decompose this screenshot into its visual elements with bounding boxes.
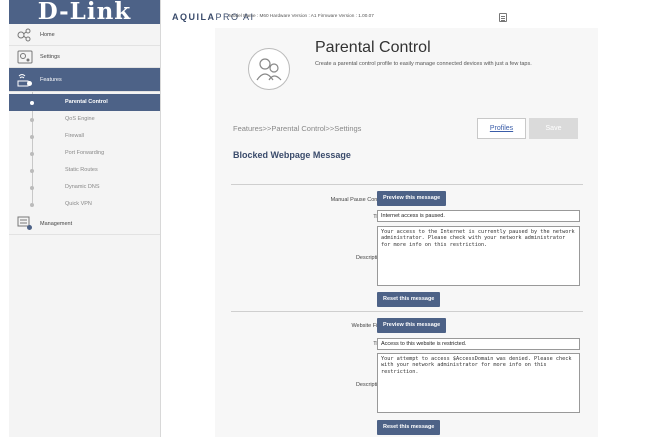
parental-control-hero-icon xyxy=(248,48,290,90)
group-divider xyxy=(231,311,583,312)
preview-website-filter-button[interactable]: Preview this message xyxy=(377,318,447,333)
website-filter-description-textarea[interactable]: Your attempt to access $AccessDomain was… xyxy=(377,353,580,413)
profiles-button[interactable]: Profiles xyxy=(477,118,526,139)
sidebar-item-firewall[interactable]: Firewall xyxy=(9,128,160,145)
dlink-logo: D-Link xyxy=(9,0,160,24)
sidebar-item-qos-engine[interactable]: QoS Engine xyxy=(9,111,160,128)
page-description: Create a parental control profile to eas… xyxy=(315,61,532,67)
page-title: Parental Control xyxy=(315,39,431,56)
website-filter-title-input[interactable]: Access to this website is restricted. xyxy=(377,338,580,350)
main-panel: Parental Control Create a parental contr… xyxy=(215,28,598,437)
sidebar-item-port-forwarding[interactable]: Port Forwarding xyxy=(9,145,160,162)
sidebar-item-label: Settings xyxy=(40,53,60,60)
sidebar-item-static-routes[interactable]: Static Routes xyxy=(9,162,160,179)
features-submenu: Parental Control QoS Engine Firewall Por… xyxy=(9,92,160,213)
save-button[interactable]: Save xyxy=(529,118,578,139)
reset-manual-pause-button[interactable]: Reset this message xyxy=(377,292,441,307)
sidebar-item-parental-control[interactable]: Parental Control xyxy=(9,94,160,111)
breadcrumb: Features>>Parental Control>>Settings xyxy=(233,124,362,133)
preview-manual-pause-button[interactable]: Preview this message xyxy=(377,191,447,206)
sidebar: D-Link Home Settings Features Parental C… xyxy=(9,0,161,437)
home-network-icon xyxy=(17,27,33,42)
sidebar-item-quick-vpn[interactable]: Quick VPN xyxy=(9,196,160,213)
hardware-info: Model Name : M60 Hardware Version : A1 F… xyxy=(229,13,374,18)
settings-icon xyxy=(17,49,33,64)
manual-pause-description-textarea[interactable]: Your access to the Internet is currently… xyxy=(377,226,580,286)
management-icon xyxy=(17,216,33,231)
features-icon xyxy=(17,72,33,87)
sidebar-item-settings[interactable]: Settings xyxy=(9,46,160,68)
section-title: Blocked Webpage Message xyxy=(233,150,351,160)
sidebar-item-dynamic-dns[interactable]: Dynamic DNS xyxy=(9,179,160,196)
reset-website-filter-button[interactable]: Reset this message xyxy=(377,420,441,435)
sidebar-item-home[interactable]: Home xyxy=(9,24,160,46)
top-header: AQUILAPRO AI Model Name : M60 Hardware V… xyxy=(172,0,646,28)
sidebar-item-label: Home xyxy=(40,31,55,38)
sidebar-item-label: Management xyxy=(40,220,73,227)
section-divider xyxy=(231,184,583,185)
sidebar-item-label: Features xyxy=(40,76,62,83)
document-icon[interactable] xyxy=(499,13,507,22)
manual-pause-title-input[interactable]: Internet access is paused. xyxy=(377,210,580,222)
sidebar-item-management[interactable]: Management xyxy=(9,213,160,235)
sidebar-item-features[interactable]: Features xyxy=(9,68,160,92)
